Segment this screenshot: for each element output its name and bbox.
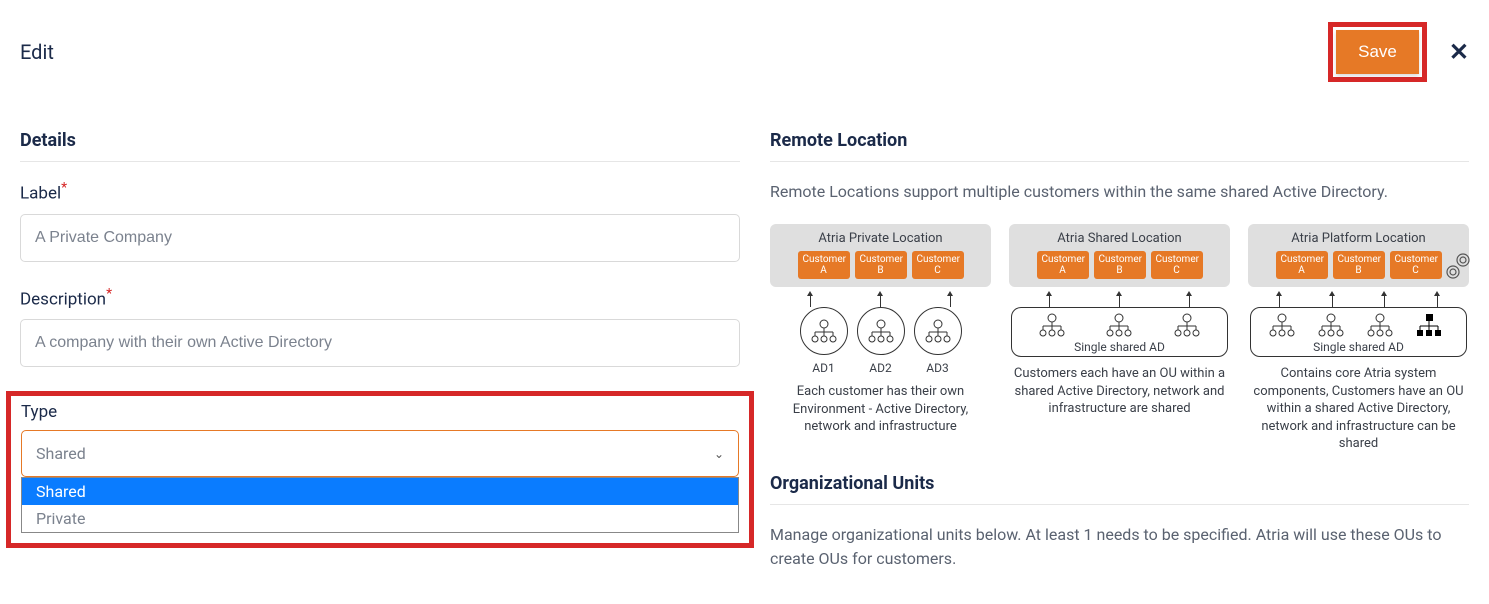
type-select[interactable]: Shared ⌄ — [21, 430, 739, 477]
type-dropdown: Shared Private — [21, 477, 739, 533]
location-diagrams: Atria Private Location Customer A Custom… — [770, 224, 1469, 453]
org-units-heading: Organizational Units — [770, 473, 1469, 505]
chevron-down-icon: ⌄ — [714, 447, 724, 461]
diagram-private: Atria Private Location Customer A Custom… — [770, 224, 991, 453]
gear-icon — [1441, 250, 1475, 288]
save-button[interactable]: Save — [1336, 30, 1419, 74]
page-title: Edit — [20, 40, 54, 64]
save-button-highlight: Save — [1328, 22, 1427, 82]
remote-location-description: Remote Locations support multiple custom… — [770, 180, 1469, 204]
type-option-private[interactable]: Private — [22, 505, 738, 532]
label-field-label: Label* — [20, 180, 740, 204]
diagram-shared: Atria Shared Location Customer A Custome… — [1009, 224, 1230, 453]
diagram-platform: Atria Platform Location Customer A Custo… — [1248, 224, 1469, 453]
type-option-shared[interactable]: Shared — [22, 478, 738, 505]
details-heading: Details — [20, 130, 740, 162]
description-input[interactable] — [20, 319, 740, 367]
remote-location-heading: Remote Location — [770, 130, 1469, 162]
type-field-highlight: Type Shared ⌄ Shared Private — [6, 391, 754, 548]
org-units-description: Manage organizational units below. At le… — [770, 523, 1469, 571]
label-input[interactable] — [20, 214, 740, 262]
type-selected-value: Shared — [36, 444, 86, 463]
close-icon[interactable]: ✕ — [1449, 38, 1469, 66]
description-field-label: Description* — [20, 286, 740, 310]
type-field-label: Type — [21, 402, 739, 422]
